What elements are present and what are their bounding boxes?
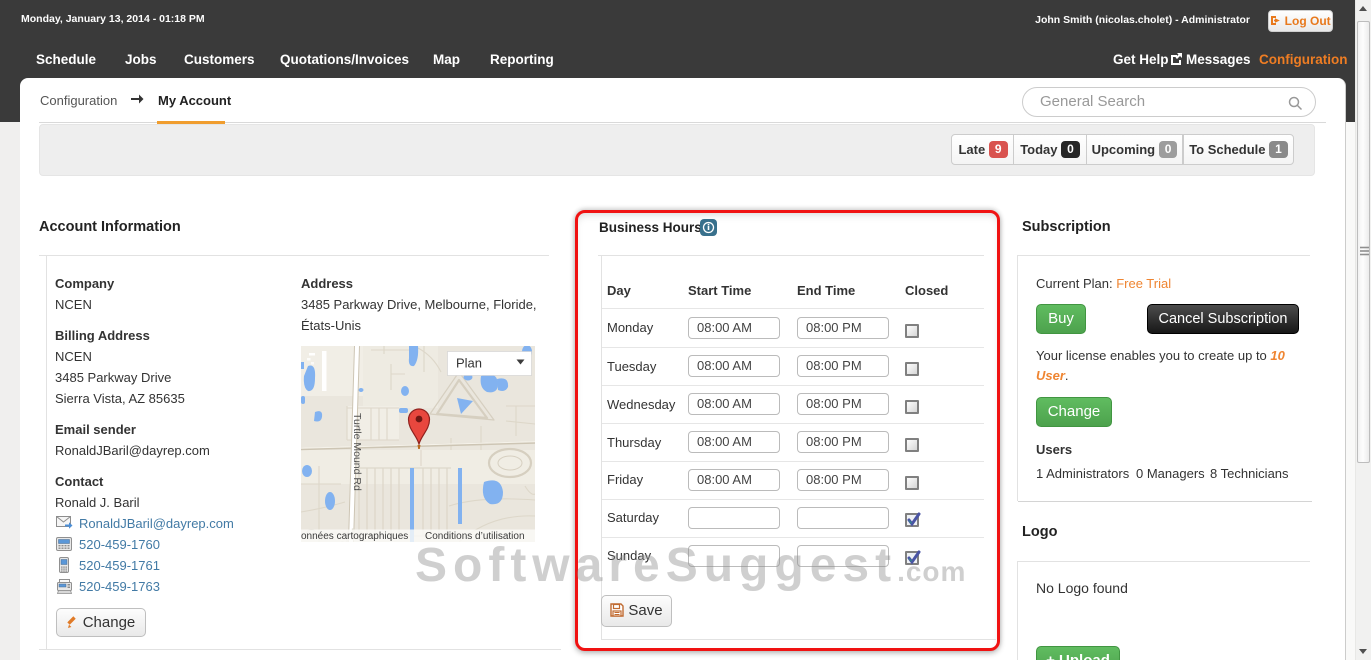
svg-text:onnées cartographiques: onnées cartographiques: [301, 531, 408, 542]
svg-text:Plan: Plan: [456, 356, 482, 371]
svg-text:Turtle Mound Rd: Turtle Mound Rd: [351, 413, 363, 491]
